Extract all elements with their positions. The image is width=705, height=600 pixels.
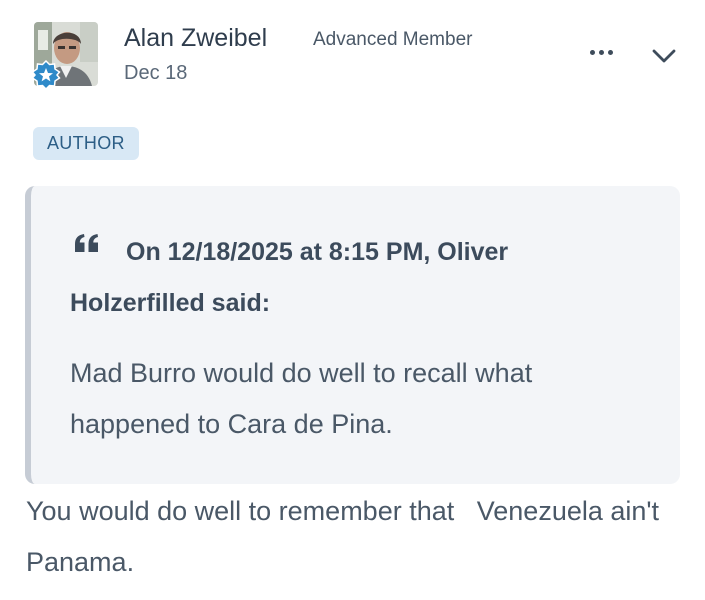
- author-badge: AUTHOR: [33, 127, 139, 160]
- post-date[interactable]: Dec 18: [124, 62, 187, 85]
- more-options-button[interactable]: [588, 40, 618, 66]
- forum-post: Alan Zweibel Advanced Member Dec 18 AUTH…: [0, 0, 705, 600]
- chevron-down-icon[interactable]: [648, 42, 680, 70]
- member-title: Advanced Member: [313, 29, 473, 50]
- author-name[interactable]: Alan Zweibel: [124, 24, 267, 53]
- ellipsis-icon: [608, 50, 613, 55]
- avatar[interactable]: [31, 22, 98, 90]
- quote-citation[interactable]: On 12/18/2025 at 8:15 PM, Oliver Holzerf…: [70, 227, 630, 329]
- quote-body: Mad Burro would do well to recall what h…: [70, 358, 533, 439]
- star-badge-icon: [31, 60, 61, 90]
- ellipsis-icon: [590, 50, 595, 55]
- ellipsis-icon: [599, 50, 604, 55]
- quote-block: On 12/18/2025 at 8:15 PM, Oliver Holzerf…: [25, 186, 680, 484]
- reply-text: You would do well to remember that Venez…: [26, 496, 667, 577]
